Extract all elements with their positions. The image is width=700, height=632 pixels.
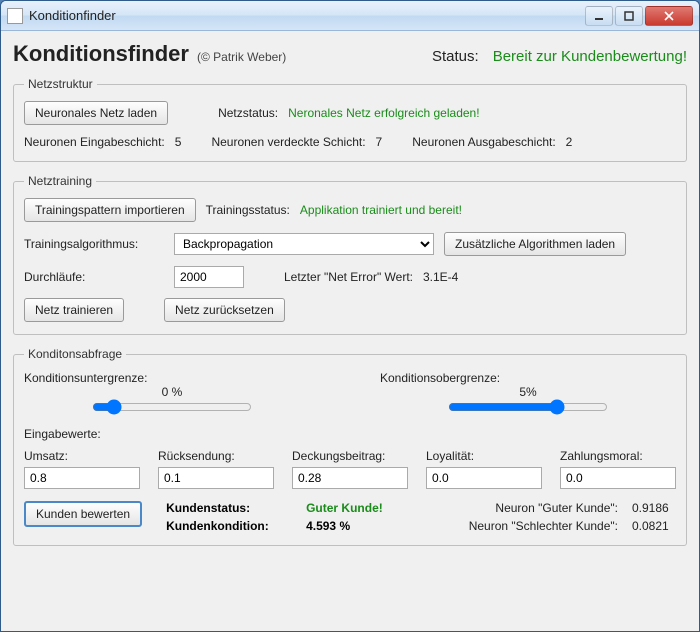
neuron-good-label: Neuron "Guter Kunde": <box>495 501 618 515</box>
zahlung-input[interactable] <box>560 467 676 489</box>
close-button[interactable] <box>645 6 693 26</box>
neurons-hidden-label: Neuronen verdeckte Schicht: <box>211 135 365 149</box>
maximize-button[interactable] <box>615 6 643 26</box>
load-addalgo-button[interactable]: Zusätzliche Algorithmen laden <box>444 232 626 256</box>
algo-select[interactable]: Backpropagation <box>174 233 434 255</box>
ruecksendung-input[interactable] <box>158 467 274 489</box>
deckung-label: Deckungsbeitrag: <box>292 449 408 463</box>
header-row: Konditionsfinder (© Patrik Weber) Status… <box>13 41 687 67</box>
neuron-good-value: 0.9186 <box>632 501 676 515</box>
upper-label: Konditionsobergrenze: <box>380 371 500 385</box>
ruecksendung-label: Rücksendung: <box>158 449 274 463</box>
minimize-button[interactable] <box>585 6 613 26</box>
loyal-label: Loyalität: <box>426 449 542 463</box>
neurons-hidden-value: 7 <box>376 135 383 149</box>
lasterr-label: Letzter "Net Error" Wert: <box>284 270 413 284</box>
maximize-icon <box>624 11 634 21</box>
neurons-in-value: 5 <box>175 135 182 149</box>
umsatz-label: Umsatz: <box>24 449 140 463</box>
netstructure-legend: Netzstruktur <box>24 77 97 91</box>
kondition-label: Kundenkondition: <box>166 519 296 533</box>
neuron-bad-value: 0.0821 <box>632 519 676 533</box>
neurons-out-value: 2 <box>566 135 573 149</box>
lower-value: 0 % <box>162 385 183 399</box>
netstatus-label: Netzstatus: <box>218 106 278 120</box>
kundenstatus-value: Guter Kunde! <box>306 501 383 515</box>
reset-net-button[interactable]: Netz zurücksetzen <box>164 298 285 322</box>
netstructure-group: Netzstruktur Neuronales Netz laden Netzs… <box>13 77 687 162</box>
close-icon <box>664 11 674 21</box>
status-value: Bereit zur Kundenbewertung! <box>493 48 687 65</box>
copyright: (© Patrik Weber) <box>197 50 286 64</box>
runs-input[interactable] <box>174 266 244 288</box>
netstatus-value: Neronales Netz erfolgreich geladen! <box>288 106 479 120</box>
lasterr-value: 3.1E-4 <box>423 270 458 284</box>
app-window: Konditionfinder Konditionsfinder (© Patr… <box>0 0 700 632</box>
query-legend: Konditonsabfrage <box>24 347 126 361</box>
neurons-in-label: Neuronen Eingabeschicht: <box>24 135 165 149</box>
kundenstatus-label: Kundenstatus: <box>166 501 296 515</box>
titlebar: Konditionfinder <box>1 1 699 31</box>
lower-label: Konditionsuntergrenze: <box>24 371 147 385</box>
lower-slider[interactable] <box>92 399 252 415</box>
load-net-button[interactable]: Neuronales Netz laden <box>24 101 168 125</box>
loyal-input[interactable] <box>426 467 542 489</box>
evaluate-button[interactable]: Kunden bewerten <box>24 501 142 527</box>
neuron-bad-label: Neuron "Schlechter Kunde": <box>469 519 618 533</box>
upper-value: 5% <box>519 385 536 399</box>
training-legend: Netztraining <box>24 174 96 188</box>
trainstatus-value: Applikation trainiert und bereit! <box>300 203 462 217</box>
query-group: Konditonsabfrage Konditionsuntergrenze: … <box>13 347 687 546</box>
kondition-value: 4.593 % <box>306 519 350 533</box>
train-net-button[interactable]: Netz trainieren <box>24 298 124 322</box>
import-pattern-button[interactable]: Trainingspattern importieren <box>24 198 196 222</box>
inputs-label: Eingabewerte: <box>24 427 676 441</box>
minimize-icon <box>594 11 604 21</box>
algo-label: Trainingsalgorithmus: <box>24 237 164 251</box>
deckung-input[interactable] <box>292 467 408 489</box>
upper-slider[interactable] <box>448 399 608 415</box>
neurons-out-label: Neuronen Ausgabeschicht: <box>412 135 555 149</box>
window-controls <box>585 6 693 26</box>
runs-label: Durchläufe: <box>24 270 164 284</box>
window-title: Konditionfinder <box>29 8 585 23</box>
status-label: Status: <box>432 48 479 65</box>
trainstatus-label: Trainingsstatus: <box>206 203 290 217</box>
app-title: Konditionsfinder <box>13 41 189 67</box>
app-icon <box>7 8 23 24</box>
client-area: Konditionsfinder (© Patrik Weber) Status… <box>1 31 699 631</box>
training-group: Netztraining Trainingspattern importiere… <box>13 174 687 335</box>
umsatz-input[interactable] <box>24 467 140 489</box>
zahlung-label: Zahlungsmoral: <box>560 449 676 463</box>
